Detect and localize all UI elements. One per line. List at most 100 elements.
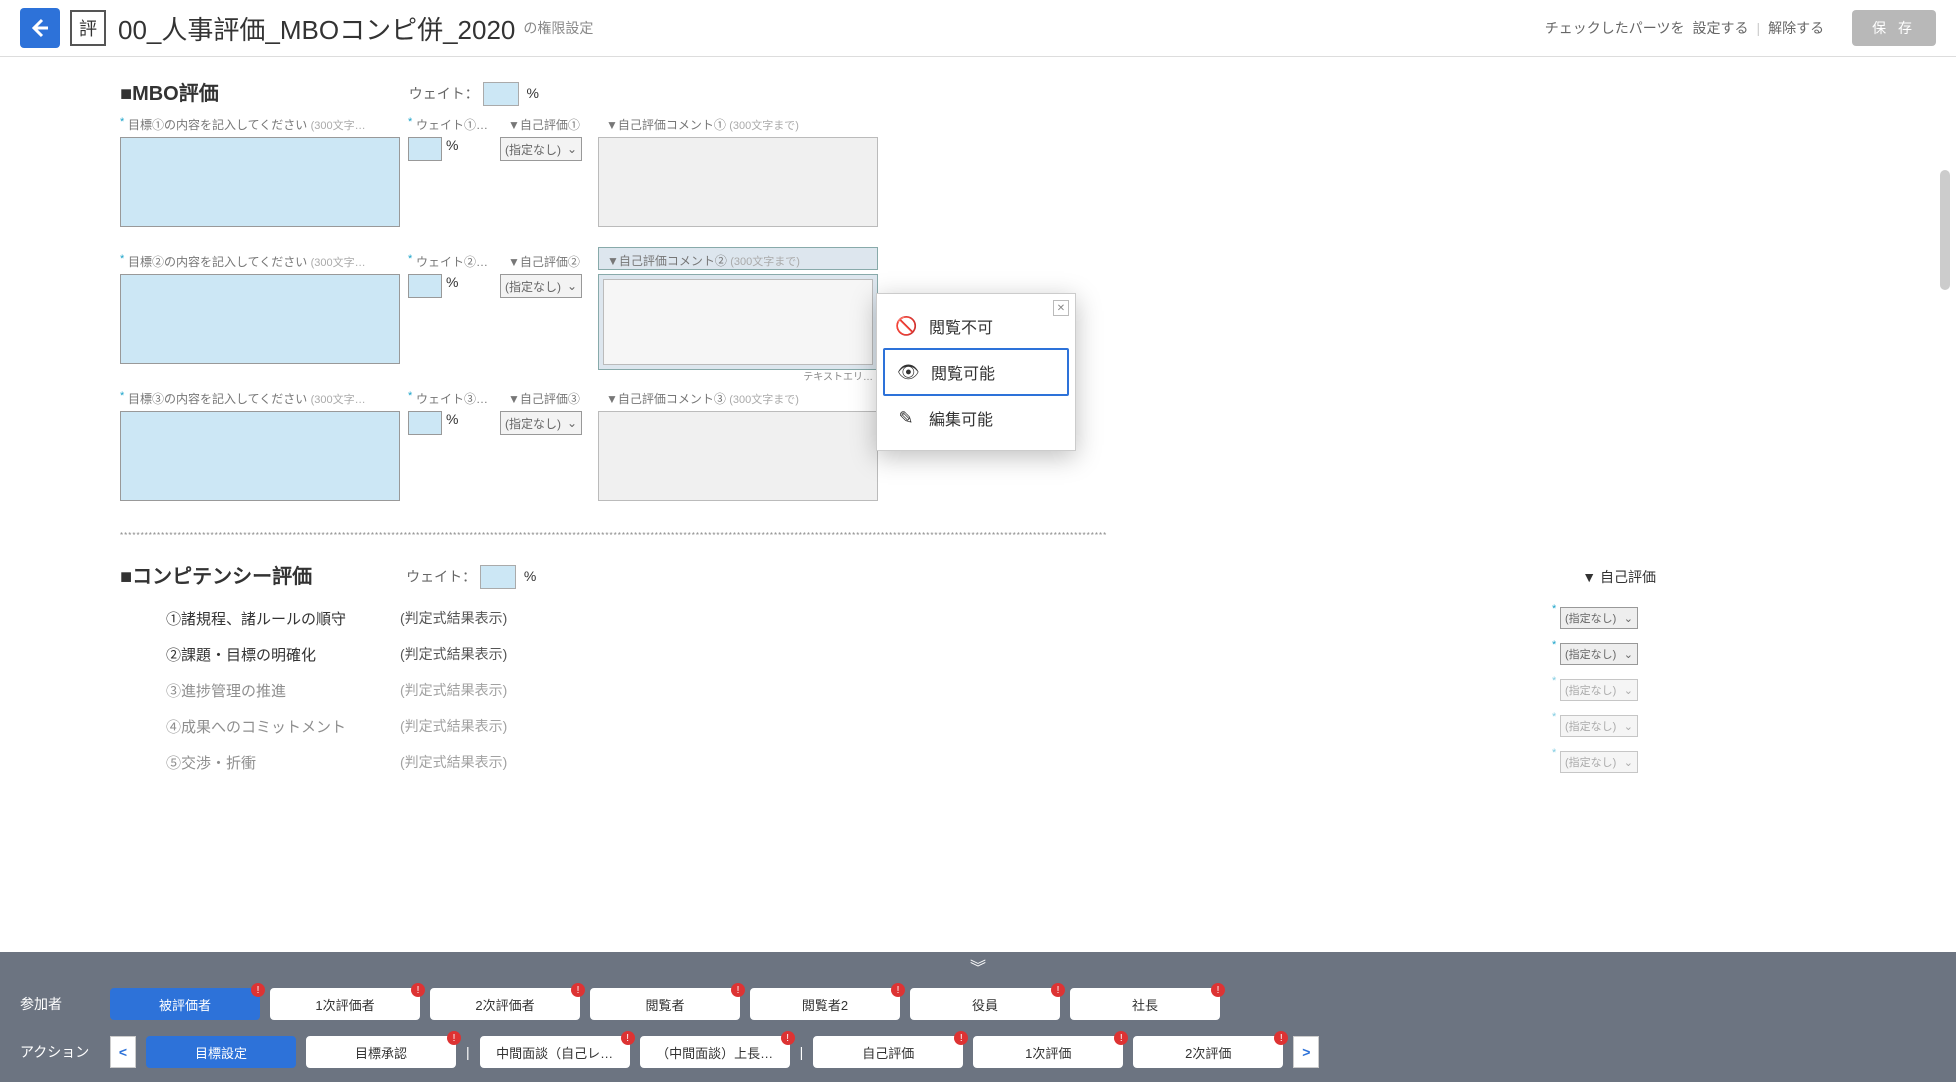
comp-item-2: ②課題・目標の明確化 [120,644,400,665]
warn-icon: ! [954,1031,968,1045]
release-link[interactable]: 解除する [1768,18,1824,38]
self3-label: ▼自己評価③ [500,392,580,406]
participant-1st-evaluator[interactable]: 1次評価者! [270,988,420,1020]
comp-desc-2: (判定式結果表示) [400,644,600,664]
warn-icon: ! [411,983,425,997]
pct3: % [446,411,458,427]
warn-icon: ! [731,983,745,997]
page-subtitle: の権限設定 [523,18,593,38]
warn-icon: ! [891,983,905,997]
bottom-panel: ︾ 参加者 被評価者! 1次評価者! 2次評価者! 閲覧者! 閲覧者2! 役員!… [0,952,1956,1082]
participant-2nd-evaluator[interactable]: 2次評価者! [430,988,580,1020]
goal3-textarea[interactable] [120,411,400,501]
collapse-chevron-icon[interactable]: ︾ [20,952,1936,980]
scrollbar-thumb[interactable] [1940,170,1950,290]
comment1-label: ▼自己評価コメント① (300文字まで) [598,118,799,132]
comment2-caption: テキストエリ… [803,368,873,383]
set-link[interactable]: 設定する [1692,18,1748,38]
warn-icon: ! [1274,1031,1288,1045]
self2-label: ▼自己評価② [500,255,580,269]
comp-select-3[interactable]: (指定なし) [1560,679,1638,701]
participant-viewer2[interactable]: 閲覧者2! [750,988,900,1020]
actions-next-button[interactable]: > [1293,1036,1319,1068]
option-view[interactable]: 👁 閲覧可能 [883,348,1069,396]
goal1-textarea[interactable] [120,137,400,227]
action-self-eval[interactable]: 自己評価! [813,1036,963,1068]
section-divider: ****************************************… [120,531,1836,540]
save-button[interactable]: 保 存 [1852,10,1936,46]
eval-icon-badge: 評 [70,10,106,46]
self-eval-col-header: ▼ 自己評価 [1582,567,1656,587]
self2-select[interactable]: (指定なし) [500,274,582,298]
weight3-input[interactable] [408,411,442,435]
comp-select-5[interactable]: (指定なし) [1560,751,1638,773]
action-2nd-eval[interactable]: 2次評価! [1133,1036,1283,1068]
pct1: % [446,137,458,153]
action-goal-approval[interactable]: 目標承認! [306,1036,456,1068]
weight2-input[interactable] [408,274,442,298]
self3-select[interactable]: (指定なし) [500,411,582,435]
checked-parts-label: チェックしたパーツを [1545,18,1685,38]
participant-officer[interactable]: 役員! [910,988,1060,1020]
eye-slash-icon: 🚫 [895,316,917,337]
mbo-section-title: ■MBO評価 [120,77,219,106]
option-edit[interactable]: ✎ 編集可能 [883,396,1069,440]
goal2-textarea[interactable] [120,274,400,364]
comp-item-5: ⑤交渉・折衝 [120,752,400,773]
warn-icon: ! [1211,983,1225,997]
option-view-label: 閲覧可能 [931,360,995,384]
comp-desc-1: (判定式結果表示) [400,608,600,628]
warn-icon: ! [621,1031,635,1045]
comment3-label: ▼自己評価コメント③ (300文字まで) [598,392,799,406]
comment2-label: ▼自己評価コメント② (300文字まで) [599,248,877,269]
comp-select-1[interactable]: (指定なし) [1560,607,1638,629]
goal3-label: 目標③の内容を記入してください (300文字… [120,392,366,406]
warn-icon: ! [1114,1031,1128,1045]
permission-popover: ✕ 🚫 閲覧不可 👁 閲覧可能 ✎ 編集可能 [876,293,1076,451]
weight3-label: ウェイト③… [408,392,488,406]
participant-evaluated[interactable]: 被評価者! [110,988,260,1020]
comp-select-4[interactable]: (指定なし) [1560,715,1638,737]
option-no-view[interactable]: 🚫 閲覧不可 [883,304,1069,348]
option-edit-label: 編集可能 [929,406,993,430]
edit-icon: ✎ [895,408,917,429]
comp-select-2[interactable]: (指定なし) [1560,643,1638,665]
comp-pct: % [524,568,536,584]
action-midterm-boss[interactable]: （中間面談）上長…! [640,1036,790,1068]
close-icon[interactable]: ✕ [1053,300,1069,316]
comp-item-1: ①諸規程、諸ルールの順守 [120,608,400,629]
participant-president[interactable]: 社長! [1070,988,1220,1020]
comp-section-title: ■コンピテンシー評価 [120,560,312,589]
weight1-input[interactable] [408,137,442,161]
warn-icon: ! [447,1031,461,1045]
actions-label: アクション [20,1042,100,1062]
comp-weight-input[interactable] [480,565,516,589]
action-sep: | [800,1044,804,1060]
comp-item-4: ④成果へのコミットメント [120,716,400,737]
action-sep: | [466,1044,470,1060]
comment2-textarea[interactable] [603,279,873,365]
participants-label: 参加者 [20,994,100,1014]
action-goal-setting[interactable]: 目標設定 [146,1036,296,1068]
action-midterm-self[interactable]: 中間面談（自己レ…! [480,1036,630,1068]
weight1-label: ウェイト①… [408,118,488,132]
option-no-view-label: 閲覧不可 [929,314,993,338]
warn-icon: ! [251,983,265,997]
self1-select[interactable]: (指定なし) [500,137,582,161]
eye-icon: 👁 [897,362,919,383]
comment3-textarea[interactable] [598,411,878,501]
mbo-weight-input[interactable] [483,82,519,106]
comment1-textarea[interactable] [598,137,878,227]
page-title: 00_人事評価_MBOコンピ併_2020 [118,10,515,47]
warn-icon: ! [571,983,585,997]
comp-item-3: ③進捗管理の推進 [120,680,400,701]
percent-label: % [527,85,539,101]
self1-label: ▼自己評価① [500,118,580,132]
comp-desc-4: (判定式結果表示) [400,716,600,736]
action-1st-eval[interactable]: 1次評価! [973,1036,1123,1068]
participant-viewer[interactable]: 閲覧者! [590,988,740,1020]
back-button[interactable] [20,8,60,48]
warn-icon: ! [1051,983,1065,997]
goal2-label: 目標②の内容を記入してください (300文字… [120,255,366,269]
actions-prev-button[interactable]: < [110,1036,136,1068]
